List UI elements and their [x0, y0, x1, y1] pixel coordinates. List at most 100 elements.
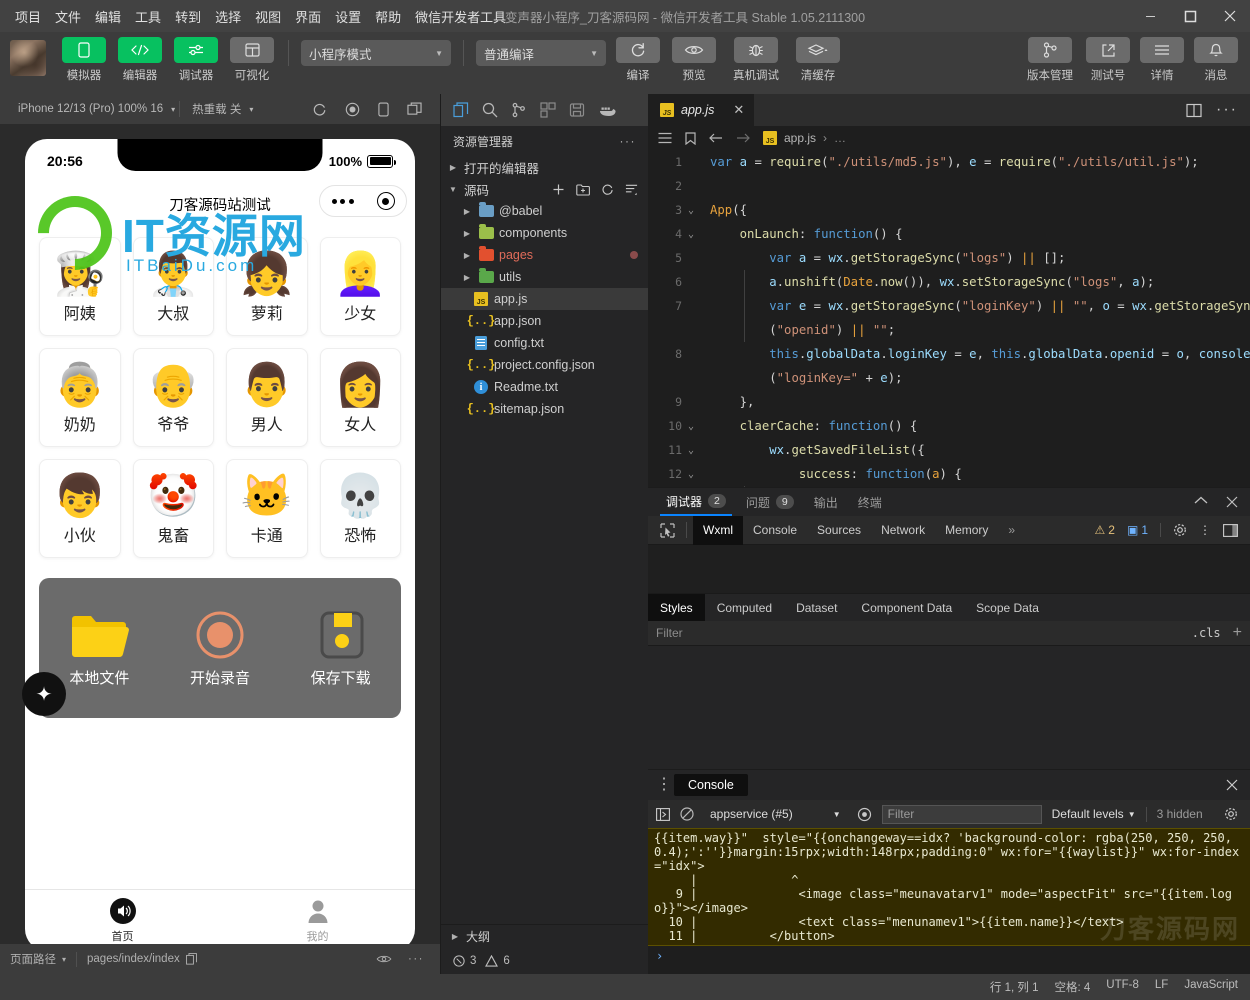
forward-icon[interactable]	[736, 132, 750, 144]
minimize-button[interactable]	[1130, 0, 1170, 32]
character-cell[interactable]: 👧 萝莉	[226, 237, 308, 336]
maximize-button[interactable]	[1170, 0, 1210, 32]
outline-section[interactable]: ▶ 大纲	[441, 924, 648, 948]
character-cell[interactable]: 👱‍♀️ 少女	[320, 237, 402, 336]
close-icon[interactable]: ✕	[733, 102, 744, 118]
menu-item-1[interactable]: 文件	[48, 3, 88, 30]
devtools-warning-count[interactable]: ⚠ 2	[1095, 523, 1115, 537]
console-input-prompt[interactable]: ›	[648, 946, 1250, 966]
collapse-all-icon[interactable]	[625, 183, 638, 196]
cls-button[interactable]: .cls	[1192, 626, 1221, 640]
new-folder-icon[interactable]	[576, 183, 590, 196]
fold-marker[interactable]: ⌄	[682, 445, 700, 456]
details-button[interactable]: 详情	[1138, 37, 1186, 83]
bookmark-icon[interactable]	[685, 132, 696, 145]
tree-item-components[interactable]: ▶ components	[441, 222, 648, 244]
explorer-more-icon[interactable]: ···	[620, 134, 637, 148]
styles-filter-input[interactable]: Filter	[656, 626, 683, 640]
menu-item-3[interactable]: 工具	[128, 3, 168, 30]
tree-item-sitemap-json[interactable]: {..} sitemap.json	[441, 398, 648, 420]
close-button[interactable]	[1210, 0, 1250, 32]
status-eol[interactable]: LF	[1155, 979, 1168, 995]
tree-item-app-json[interactable]: {..} app.json	[441, 310, 648, 332]
tree-item-utils[interactable]: ▶ utils	[441, 266, 648, 288]
menu-item-4[interactable]: 转到	[168, 3, 208, 30]
editor-toggle-button[interactable]: 编辑器	[116, 37, 164, 83]
compile-select[interactable]: 普通编译 ▼	[476, 40, 606, 66]
character-cell[interactable]: 👴 爷爷	[133, 348, 215, 447]
inspect-element-icon[interactable]	[654, 523, 680, 538]
styles-tab-scope-data[interactable]: Scope Data	[964, 594, 1051, 622]
menu-item-5[interactable]: 选择	[208, 3, 248, 30]
console-context-select[interactable]: appservice (#5) ▼	[704, 807, 847, 821]
tree-section-open-editors[interactable]: ▶ 打开的编辑器	[441, 156, 648, 178]
character-cell[interactable]: 👩‍🍳 阿姨	[39, 237, 121, 336]
page-path-label[interactable]: 页面路径	[10, 951, 56, 967]
menu-item-6[interactable]: 视图	[248, 3, 288, 30]
menu-item-2[interactable]: 编辑	[88, 3, 128, 30]
devtools-tab-memory[interactable]: Memory	[935, 516, 998, 545]
mode-select[interactable]: 小程序模式 ▼	[301, 40, 451, 66]
console-filter-input[interactable]: Filter	[882, 805, 1042, 824]
hot-reload-select[interactable]: 热重载 关	[184, 101, 249, 117]
add-rule-button[interactable]: +	[1233, 624, 1242, 642]
split-editor-icon[interactable]	[1186, 103, 1202, 118]
outline-list-icon[interactable]	[658, 132, 672, 144]
devtools-tab-network[interactable]: Network	[871, 516, 935, 545]
close-panel-icon[interactable]	[1226, 496, 1238, 508]
breadcrumb-symbol[interactable]: …	[834, 131, 846, 145]
fold-marker[interactable]: ⌄	[682, 469, 700, 480]
fold-marker[interactable]: ⌄	[682, 229, 700, 240]
source-control-icon[interactable]	[511, 102, 527, 118]
character-cell[interactable]: 🤡 鬼畜	[133, 459, 215, 558]
status-language[interactable]: JavaScript	[1184, 979, 1238, 995]
clear-cache-button[interactable]: 清缓存	[794, 37, 842, 83]
device-rotate-icon[interactable]	[378, 102, 389, 117]
tab-home[interactable]: 首页	[25, 890, 220, 944]
styles-tab-component-data[interactable]: Component Data	[849, 594, 964, 622]
devtools-tab-console[interactable]: Console	[743, 516, 807, 545]
docker-icon[interactable]	[598, 103, 616, 117]
console-settings-gear-icon[interactable]	[1224, 807, 1242, 821]
character-cell[interactable]: 👨‍⚕️ 大叔	[133, 237, 215, 336]
simulator-toggle-button[interactable]: 模拟器	[60, 37, 108, 83]
devtools-more-icon[interactable]: ⋮	[1199, 527, 1211, 533]
character-cell[interactable]: 🐱 卡通	[226, 459, 308, 558]
editor-tab-app-js[interactable]: JS app.js ✕	[648, 94, 754, 126]
record-icon[interactable]	[345, 102, 360, 117]
tree-item-pages[interactable]: ▶ pages	[441, 244, 648, 266]
debugger-toggle-button[interactable]: 调试器	[172, 37, 220, 83]
styles-tab-dataset[interactable]: Dataset	[784, 594, 849, 622]
character-cell[interactable]: 👦 小伙	[39, 459, 121, 558]
collapse-panel-icon[interactable]	[1194, 496, 1208, 508]
refresh-icon[interactable]	[312, 102, 327, 117]
panel-tab-problems[interactable]: 问题 9	[740, 488, 800, 516]
real-device-debug-button[interactable]: 真机调试	[726, 37, 786, 83]
status-indent[interactable]: 空格: 4	[1055, 979, 1091, 995]
user-avatar[interactable]	[10, 40, 46, 76]
devtools-info-count[interactable]: ▣ 1	[1127, 523, 1148, 537]
console-tab[interactable]: Console	[674, 774, 748, 796]
version-control-button[interactable]: 版本管理	[1022, 37, 1078, 83]
tree-item-app-js[interactable]: JS app.js	[441, 288, 648, 310]
status-line-col[interactable]: 行 1, 列 1	[990, 979, 1039, 995]
copy-icon[interactable]	[186, 953, 197, 965]
tree-item-config-txt[interactable]: config.txt	[441, 332, 648, 354]
panel-tab-terminal[interactable]: 终端	[852, 488, 888, 516]
close-console-icon[interactable]	[1226, 779, 1242, 791]
character-cell[interactable]: 👩 女人	[320, 348, 402, 447]
wechat-capsule[interactable]	[319, 185, 407, 217]
device-select[interactable]: iPhone 12/13 (Pro) 100% 16	[10, 103, 171, 115]
clear-console-icon[interactable]	[680, 807, 694, 821]
eye-icon[interactable]	[376, 954, 392, 964]
console-eye-icon[interactable]	[857, 807, 872, 822]
panel-tab-debugger[interactable]: 调试器 2	[660, 488, 732, 516]
menu-item-8[interactable]: 设置	[328, 3, 368, 30]
dock-side-icon[interactable]	[1223, 524, 1238, 537]
menu-item-0[interactable]: 项目	[8, 3, 48, 30]
test-account-button[interactable]: 测试号	[1084, 37, 1132, 83]
tree-section-source[interactable]: ▼ 源码	[441, 178, 648, 200]
new-file-icon[interactable]	[552, 183, 565, 196]
console-output[interactable]: {{item.way}}" style="{{onchangeway==idx?…	[648, 828, 1250, 974]
fold-marker[interactable]: ⌄	[682, 421, 700, 432]
